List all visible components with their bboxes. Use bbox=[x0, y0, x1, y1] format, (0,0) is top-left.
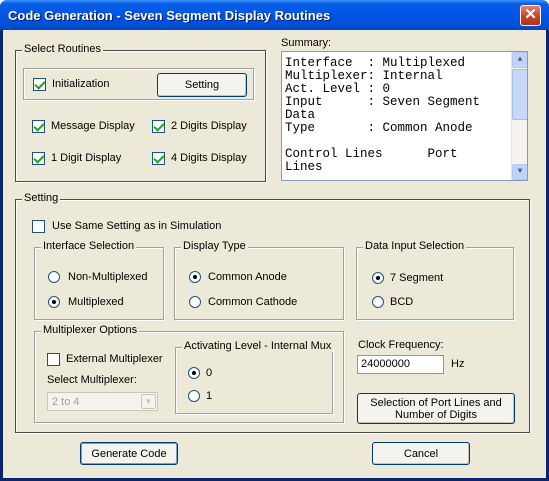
summary-scrollbar[interactable]: ▲ ▼ bbox=[511, 52, 527, 180]
level-0-radio[interactable] bbox=[188, 367, 200, 379]
two-digits-display-label: 2 Digits Display bbox=[171, 120, 247, 132]
title-bar[interactable]: Code Generation - Seven Segment Display … bbox=[0, 0, 549, 30]
external-multiplexer-checkbox[interactable] bbox=[47, 353, 60, 366]
bcd-label: BCD bbox=[390, 296, 414, 308]
chevron-down-icon: ▼ bbox=[517, 167, 523, 176]
level-1-radio[interactable] bbox=[188, 390, 200, 402]
combo-dropdown-button[interactable]: ▼ bbox=[141, 394, 156, 409]
clock-frequency-unit: Hz bbox=[451, 358, 465, 370]
use-same-setting-label: Use Same Setting as in Simulation bbox=[52, 220, 222, 232]
multiplexed-radio[interactable] bbox=[48, 296, 60, 308]
generate-code-button[interactable]: Generate Code bbox=[80, 442, 178, 465]
scroll-up-button[interactable]: ▲ bbox=[512, 52, 527, 68]
display-type-group: Display Type Common Anode Common Cathode bbox=[174, 240, 344, 320]
activating-level-legend: Activating Level - Internal Mux bbox=[182, 340, 334, 352]
message-display-checkbox[interactable] bbox=[32, 120, 45, 133]
use-same-setting-checkbox[interactable] bbox=[32, 220, 45, 233]
four-digits-display-checkbox[interactable] bbox=[152, 152, 165, 165]
dialog-window: Code Generation - Seven Segment Display … bbox=[0, 0, 549, 481]
interface-selection-legend: Interface Selection bbox=[41, 240, 137, 252]
chevron-up-icon: ▲ bbox=[517, 55, 523, 64]
seven-segment-label: 7 Segment bbox=[390, 272, 444, 284]
multiplexer-options-group: Multiplexer Options External Multiplexer… bbox=[34, 324, 344, 423]
activating-level-group: Activating Level - Internal Mux 0 1 bbox=[175, 340, 334, 414]
common-cathode-radio[interactable] bbox=[189, 296, 201, 308]
data-input-selection-group: Data Input Selection 7 Segment BCD bbox=[356, 240, 514, 320]
close-icon: ✕ bbox=[524, 6, 537, 23]
port-lines-selection-button[interactable]: Selection of Port Lines and Number of Di… bbox=[357, 393, 515, 424]
bcd-radio[interactable] bbox=[372, 296, 384, 308]
summary-label: Summary: bbox=[281, 37, 332, 49]
one-digit-display-checkbox[interactable] bbox=[32, 152, 45, 165]
close-button[interactable]: ✕ bbox=[520, 5, 541, 26]
scroll-thumb[interactable] bbox=[512, 69, 527, 120]
initialization-row: Initialization Setting bbox=[23, 68, 254, 100]
level-1-label: 1 bbox=[206, 390, 213, 402]
setting-group: Setting Use Same Setting as in Simulatio… bbox=[15, 192, 530, 433]
select-routines-legend: Select Routines bbox=[22, 43, 104, 55]
four-digits-display-label: 4 Digits Display bbox=[171, 152, 247, 164]
data-input-selection-legend: Data Input Selection bbox=[363, 240, 467, 252]
interface-selection-group: Interface Selection Non-Multiplexed Mult… bbox=[34, 240, 164, 320]
two-digits-display-checkbox[interactable] bbox=[152, 120, 165, 133]
common-cathode-label: Common Cathode bbox=[208, 296, 298, 308]
dialog-client-area: Select Routines Initialization Setting M… bbox=[3, 30, 546, 478]
multiplexer-options-legend: Multiplexer Options bbox=[41, 324, 140, 336]
setting-legend: Setting bbox=[22, 192, 61, 204]
scroll-down-button[interactable]: ▼ bbox=[512, 164, 527, 180]
non-multiplexed-label: Non-Multiplexed bbox=[68, 271, 148, 283]
level-0-label: 0 bbox=[206, 367, 213, 379]
select-multiplexer-combo[interactable]: 2 to 4 ▼ bbox=[47, 392, 158, 411]
common-anode-radio[interactable] bbox=[189, 271, 201, 283]
common-anode-label: Common Anode bbox=[208, 271, 287, 283]
summary-text: Interface : Multiplexed Multiplexer: Int… bbox=[285, 56, 481, 174]
non-multiplexed-radio[interactable] bbox=[48, 271, 60, 283]
seven-segment-radio[interactable] bbox=[372, 272, 384, 284]
window-title: Code Generation - Seven Segment Display … bbox=[8, 8, 331, 23]
chevron-down-icon: ▼ bbox=[144, 397, 153, 406]
select-routines-group: Select Routines Initialization Setting M… bbox=[15, 43, 266, 182]
select-multiplexer-label: Select Multiplexer: bbox=[47, 374, 137, 386]
clock-frequency-input[interactable]: 24000000 bbox=[357, 355, 444, 374]
summary-textarea[interactable]: Interface : Multiplexed Multiplexer: Int… bbox=[281, 51, 528, 181]
cancel-button[interactable]: Cancel bbox=[372, 442, 470, 465]
external-multiplexer-label: External Multiplexer bbox=[66, 353, 163, 365]
clock-frequency-label: Clock Frequency: bbox=[358, 339, 444, 351]
multiplexed-label: Multiplexed bbox=[68, 296, 124, 308]
display-type-legend: Display Type bbox=[181, 240, 248, 252]
one-digit-display-label: 1 Digit Display bbox=[51, 152, 122, 164]
initialization-checkbox[interactable] bbox=[33, 78, 46, 91]
initialization-label: Initialization bbox=[52, 78, 110, 90]
message-display-label: Message Display bbox=[51, 120, 135, 132]
setting-button[interactable]: Setting bbox=[157, 73, 247, 97]
select-multiplexer-value: 2 to 4 bbox=[52, 396, 80, 408]
